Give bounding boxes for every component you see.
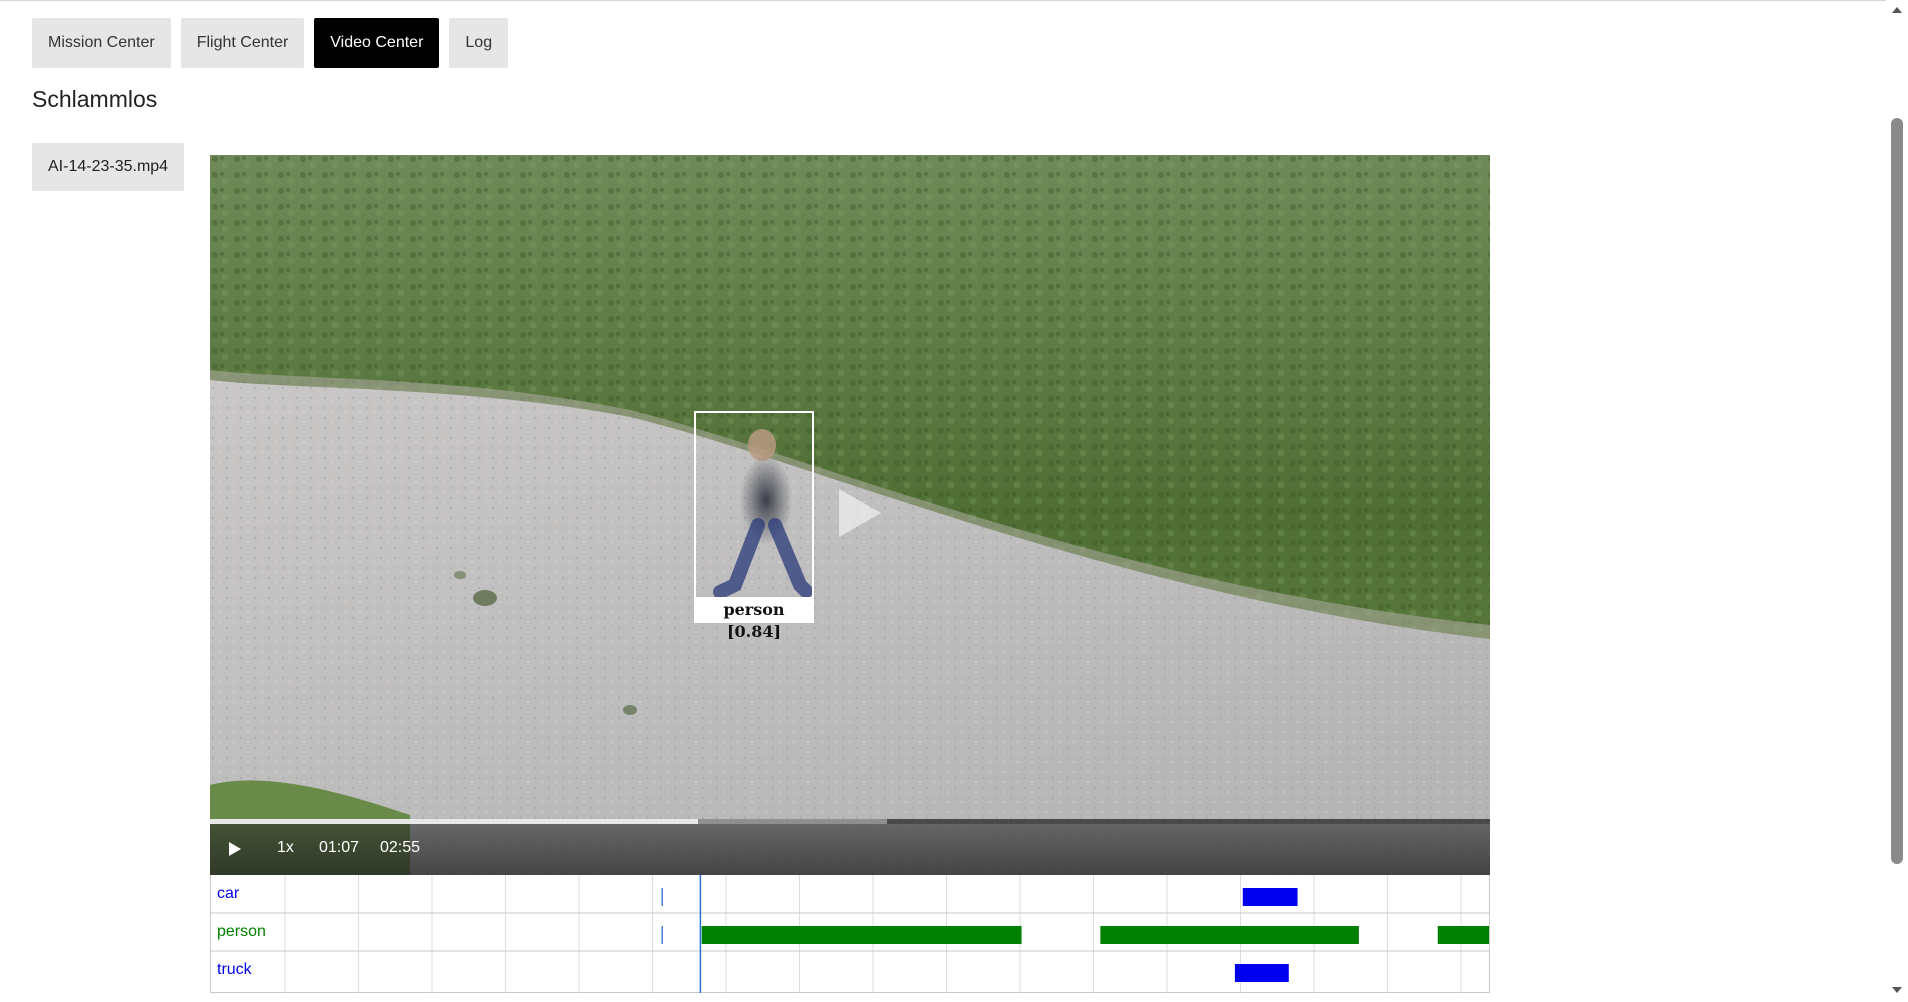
timeline-chart: [211, 875, 1489, 993]
duration: 02:55: [380, 839, 421, 856]
scroll-down-icon[interactable]: [1891, 984, 1903, 996]
seek-bar-played: [210, 819, 698, 824]
video-controls: 1x 01:07 02:55: [210, 819, 1490, 875]
track-label-truck: truck: [217, 961, 252, 978]
timeline-segment-car: [1242, 888, 1298, 906]
play-icon[interactable]: [835, 485, 885, 541]
tab-mission-center[interactable]: Mission Center: [32, 18, 171, 68]
tab-log[interactable]: Log: [449, 18, 509, 68]
detection-label: person [0.84]: [694, 599, 814, 641]
tab-flight-center[interactable]: Flight Center: [180, 18, 305, 68]
detection-timeline[interactable]: car person truck: [210, 875, 1490, 993]
scroll-up-icon[interactable]: [1891, 4, 1903, 16]
video-player[interactable]: person [0.84] 1x 01:07 02:55: [210, 155, 1490, 875]
top-border: [0, 0, 1908, 1]
main-tabs: Mission Center Flight Center Video Cente…: [32, 18, 509, 68]
timeline-segment-truck: [1234, 964, 1289, 982]
page-title: Schlammlos: [32, 86, 158, 112]
playback-speed-button[interactable]: 1x: [277, 839, 294, 857]
scrollbar-thumb[interactable]: [1891, 118, 1903, 864]
seek-bar-buffered: [697, 819, 888, 824]
timeline-segment-person: [1437, 926, 1489, 944]
tab-video-center[interactable]: Video Center: [314, 18, 440, 68]
page-scrollbar[interactable]: [1886, 0, 1908, 1002]
timeline-segment-person: [1100, 926, 1359, 944]
track-label-car: car: [217, 885, 240, 902]
track-label-person: person: [217, 923, 266, 940]
seek-bar[interactable]: [210, 819, 1490, 824]
current-time: 01:07: [319, 839, 360, 856]
play-button-icon[interactable]: [228, 841, 242, 857]
timeline-segment-person: [701, 926, 1022, 944]
video-file-button[interactable]: AI-14-23-35.mp4: [32, 143, 185, 191]
detection-bounding-box: [694, 411, 814, 599]
